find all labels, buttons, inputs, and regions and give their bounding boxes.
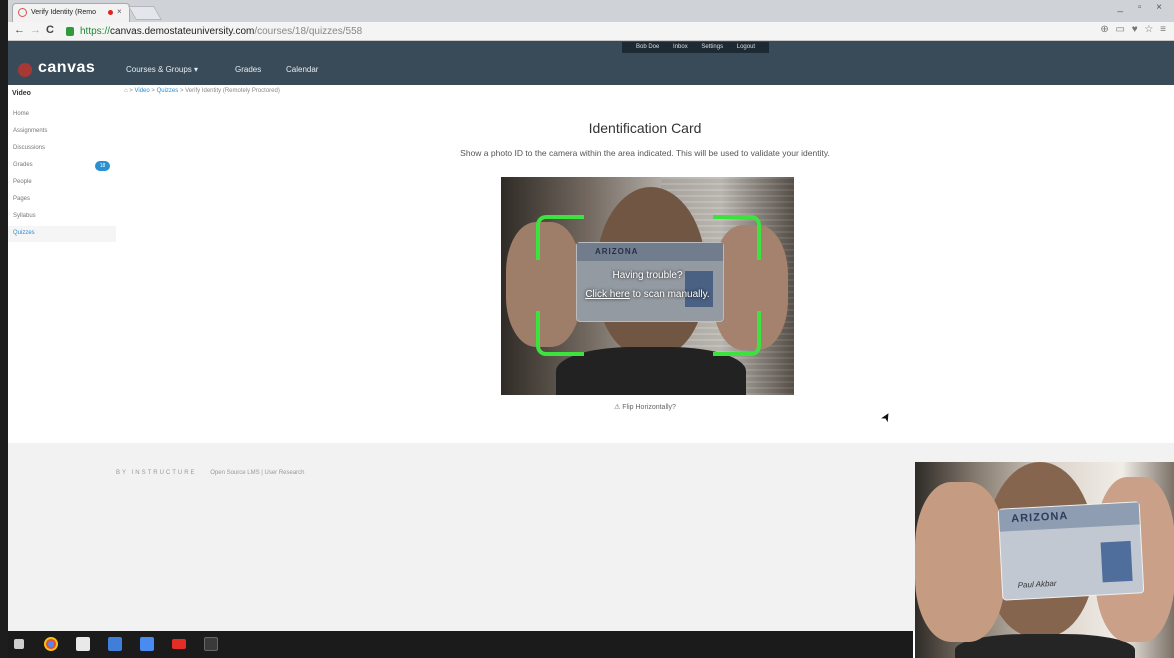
frame-corner-top-left: [536, 215, 584, 260]
tab-close-button[interactable]: ×: [117, 7, 122, 16]
tab-title: Verify Identity (Remo: [31, 9, 96, 16]
canvas-logo-icon[interactable]: [18, 63, 32, 77]
course-title: Video: [12, 90, 31, 97]
launcher-icon[interactable]: [14, 639, 24, 649]
sidebar-item-home[interactable]: Home: [8, 107, 116, 123]
breadcrumb-current: Verify Identity (Remotely Proctored): [185, 88, 280, 94]
breadcrumb-separator: >: [151, 88, 155, 94]
nav-courses-groups[interactable]: Courses & Groups ▾: [126, 65, 198, 74]
grades-count-badge: 18: [95, 161, 110, 171]
instructure-brand[interactable]: BY INSTRUCTURE: [116, 470, 197, 476]
webcam-card-signature: Paul Akbar: [1017, 578, 1057, 590]
app-window-icon[interactable]: [204, 637, 218, 651]
mouse-cursor-icon: ➤: [877, 409, 895, 425]
user-menu: Bob Doe Inbox Settings Logout: [622, 42, 770, 53]
inbox-link[interactable]: Inbox: [673, 44, 688, 50]
footer: BY INSTRUCTURE Open Source LMS | User Re…: [116, 470, 305, 476]
breadcrumb: ⌂ > Video > Quizzes > Verify Identity (R…: [124, 88, 280, 94]
webcam-left-hand: [915, 482, 1005, 642]
sidebar-item-label: Grades: [13, 162, 33, 168]
manual-scan-text: to scan manually.: [629, 289, 710, 300]
sidebar-item-people[interactable]: People: [8, 175, 116, 191]
main-content: ⌂ > Video > Quizzes > Verify Identity (R…: [116, 85, 1174, 443]
gmail-icon[interactable]: [76, 637, 90, 651]
home-icon[interactable]: ⌂: [124, 88, 128, 94]
breadcrumb-separator: >: [129, 88, 133, 94]
sidebar-item-grades[interactable]: Grades 18: [8, 158, 116, 174]
sidebar-item-discussions[interactable]: Discussions: [8, 141, 116, 157]
reload-button[interactable]: C: [46, 24, 54, 36]
recording-indicator-icon: [108, 10, 113, 15]
forward-button[interactable]: →: [30, 24, 41, 36]
sidebar-item-quizzes[interactable]: Quizzes: [8, 226, 116, 242]
camera-dim-overlay: [501, 177, 794, 395]
flip-label: Flip Horizontally?: [622, 404, 676, 411]
logout-link[interactable]: Logout: [737, 44, 755, 50]
sidebar-item-pages[interactable]: Pages: [8, 192, 116, 208]
click-here-link[interactable]: Click here: [585, 289, 629, 300]
url-host: canvas.demostateuniversity.com: [110, 26, 255, 37]
page-title: Identification Card: [588, 120, 702, 136]
browser-tab-strip: [0, 0, 1174, 22]
user-name-link[interactable]: Bob Doe: [636, 44, 659, 50]
webcam-id-card: ARIZONA Paul Akbar: [997, 501, 1145, 601]
trouble-text: Having trouble?: [612, 270, 683, 281]
breadcrumb-video[interactable]: Video: [134, 88, 149, 94]
extension-icons[interactable]: ⊕ ▭ ♥ ☆ ≡: [1100, 24, 1168, 35]
manual-scan-line: Click here to scan manually.: [501, 289, 794, 300]
url-path: /courses/18/quizzes/558: [254, 26, 363, 37]
tab-favicon-icon: [18, 8, 27, 17]
back-button[interactable]: ←: [14, 24, 25, 36]
frame-corner-bottom-left: [536, 311, 584, 356]
chrome-icon[interactable]: [44, 637, 58, 651]
canvas-logo[interactable]: canvas: [38, 59, 95, 77]
canvas-header: Bob Doe Inbox Settings Logout canvas Cou…: [8, 41, 1174, 85]
docs-icon[interactable]: [140, 637, 154, 651]
lock-icon: [66, 27, 74, 36]
browser-toolbar: ← → C https://canvas.demostateuniversity…: [8, 22, 1174, 41]
camera-preview: ARIZONA Having trouble? Click here to sc…: [501, 177, 794, 395]
window-controls[interactable]: _ ▫ ×: [1117, 2, 1168, 13]
window-edge: [0, 0, 8, 658]
flip-horizontally-link[interactable]: ⚠ Flip Horizontally?: [116, 403, 1174, 411]
course-sidebar: Video Home Assignments Discussions Grade…: [8, 85, 116, 443]
footer-links[interactable]: Open Source LMS | User Research: [210, 470, 304, 476]
breadcrumb-separator: >: [179, 88, 184, 94]
google-search-icon[interactable]: [108, 637, 122, 651]
webcam-overlay: ARIZONA Paul Akbar: [915, 462, 1174, 658]
instructions-text: Show a photo ID to the camera within the…: [460, 148, 830, 158]
os-taskbar: [8, 631, 913, 658]
url-scheme: https://: [80, 26, 111, 37]
warning-icon: ⚠: [614, 404, 621, 411]
settings-link[interactable]: Settings: [701, 44, 723, 50]
frame-corner-bottom-right: [713, 311, 761, 356]
breadcrumb-quizzes[interactable]: Quizzes: [157, 88, 179, 94]
nav-calendar[interactable]: Calendar: [286, 65, 318, 74]
nav-grades[interactable]: Grades: [235, 65, 261, 74]
address-bar[interactable]: https://canvas.demostateuniversity.com/c…: [64, 24, 1092, 39]
youtube-icon[interactable]: [172, 639, 186, 649]
browser-tab[interactable]: Verify Identity (Remo ×: [12, 3, 130, 22]
sidebar-item-assignments[interactable]: Assignments: [8, 124, 116, 140]
frame-corner-top-right: [713, 215, 761, 260]
sidebar-item-syllabus[interactable]: Syllabus: [8, 209, 116, 225]
webcam-card-photo: [1100, 540, 1133, 583]
